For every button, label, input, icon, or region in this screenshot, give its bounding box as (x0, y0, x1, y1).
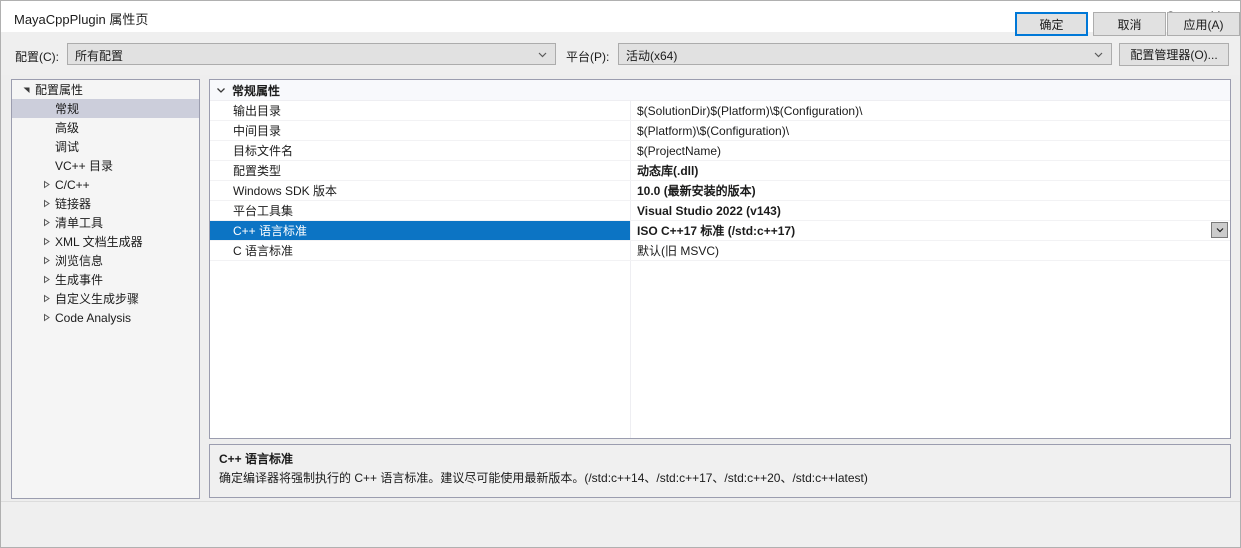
property-group-header[interactable]: 常规属性 (210, 80, 1230, 101)
property-name: C++ 语言标准 (210, 221, 630, 240)
tree-item[interactable]: 高级 (12, 118, 199, 137)
chevron-collapsed-icon[interactable] (38, 275, 54, 284)
chevron-down-icon (1094, 50, 1103, 59)
property-row[interactable]: 配置类型 动态库(.dll) (210, 161, 1230, 181)
tree-item[interactable]: 调试 (12, 137, 199, 156)
chevron-collapsed-icon[interactable] (38, 313, 54, 322)
property-row[interactable]: C 语言标准 默认(旧 MSVC) (210, 241, 1230, 261)
property-value[interactable]: 动态库(.dll) (631, 161, 1230, 180)
chevron-expanded-icon[interactable] (18, 85, 34, 94)
chevron-collapsed-icon[interactable] (38, 237, 54, 246)
property-name: C 语言标准 (233, 244, 294, 258)
tree-item-label: 链接器 (55, 197, 92, 211)
property-value[interactable]: $(Platform)\$(Configuration)\ (631, 121, 1230, 140)
platform-value: 活动(x64) (626, 49, 678, 63)
property-row[interactable]: C++ 语言标准 ISO C++17 标准 (/std:c++17) (210, 221, 1230, 241)
tree-item-label: 自定义生成步骤 (55, 292, 140, 306)
configuration-label: 配置(C): (15, 50, 59, 64)
property-row[interactable]: 输出目录 $(SolutionDir)$(Platform)\$(Configur… (210, 101, 1230, 121)
property-value-text: $(ProjectName) (637, 143, 722, 158)
property-pages-dialog: MayaCppPlugin 属性页 ? ✕ 配置(C): 所有配置 平台(P):… (0, 0, 1241, 548)
platform-dropdown[interactable]: 活动(x64) (618, 43, 1112, 65)
tree-item[interactable]: Code Analysis (12, 308, 199, 327)
property-value-text: 默认(旧 MSVC) (637, 244, 719, 258)
configuration-dropdown[interactable]: 所有配置 (67, 43, 556, 65)
tree-item[interactable]: VC++ 目录 (12, 156, 199, 175)
platform-label: 平台(P): (566, 50, 610, 64)
window-title: MayaCppPlugin 属性页 (14, 12, 149, 27)
tree-item[interactable]: 浏览信息 (12, 251, 199, 270)
property-value-text: $(Platform)\$(Configuration)\ (637, 123, 790, 138)
property-name: 输出目录 (233, 104, 282, 118)
property-value-text: Visual Studio 2022 (v143) (637, 203, 781, 218)
property-value-text: ISO C++17 标准 (/std:c++17) (637, 224, 796, 238)
chevron-collapsed-icon[interactable] (38, 199, 54, 208)
tree-item-label: 浏览信息 (55, 254, 104, 268)
description-panel: C++ 语言标准 确定编译器将强制执行的 C++ 语言标准。建议尽可能使用最新版… (209, 444, 1231, 498)
property-rows: 输出目录 $(SolutionDir)$(Platform)\$(Configur… (210, 101, 1230, 261)
property-name: 配置类型 (233, 164, 282, 178)
property-value-text: 动态库(.dll) (637, 164, 699, 178)
description-body: 确定编译器将强制执行的 C++ 语言标准。建议尽可能使用最新版本。(/std:c… (219, 471, 868, 485)
tree-item-label: Code Analysis (55, 310, 132, 325)
property-value[interactable]: 10.0 (最新安装的版本) (631, 181, 1230, 200)
property-row[interactable]: 平台工具集 Visual Studio 2022 (v143) (210, 201, 1230, 221)
property-name: 目标文件名 (233, 144, 294, 158)
chevron-collapsed-icon[interactable] (38, 218, 54, 227)
tree-item-label: 清单工具 (55, 216, 104, 230)
chevron-down-icon (538, 50, 547, 59)
property-grid[interactable]: 常规属性 输出目录 $(SolutionDir)$(Platform)\$(Con… (209, 79, 1231, 439)
chevron-down-icon[interactable] (210, 85, 232, 95)
property-value[interactable]: Visual Studio 2022 (v143) (631, 201, 1230, 220)
tree-item-label: 生成事件 (55, 273, 104, 287)
tree-item-label: 常规 (55, 102, 80, 116)
chevron-collapsed-icon[interactable] (38, 180, 54, 189)
property-name: 平台工具集 (233, 204, 294, 218)
property-name: Windows SDK 版本 (233, 184, 338, 198)
configuration-value: 所有配置 (75, 49, 124, 63)
cancel-button[interactable]: 取消 (1093, 12, 1166, 36)
property-value[interactable]: 默认(旧 MSVC) (631, 241, 1230, 260)
property-row[interactable]: 目标文件名 $(ProjectName) (210, 141, 1230, 161)
property-value-text: 10.0 (最新安装的版本) (637, 184, 756, 198)
tree-list: 配置属性常规高级调试 VC++ 目录 C/C++ 链接器清单工具 XML 文档生成器 浏览… (12, 80, 199, 327)
tree-item[interactable]: C/C++ (12, 175, 199, 194)
value-dropdown-button[interactable] (1211, 222, 1228, 238)
property-value[interactable]: $(ProjectName) (631, 141, 1230, 160)
tree-item[interactable]: 链接器 (12, 194, 199, 213)
tree-item[interactable]: 生成事件 (12, 270, 199, 289)
tree-item-label: C/C++ (55, 177, 90, 192)
tree-item-label: 配置属性 (35, 83, 84, 97)
chevron-collapsed-icon[interactable] (38, 294, 54, 303)
property-row[interactable]: 中间目录 $(Platform)\$(Configuration)\ (210, 121, 1230, 141)
tree-item-label: 高级 (55, 121, 80, 135)
tree-item[interactable]: 配置属性 (12, 80, 199, 99)
property-group-label: 常规属性 (232, 83, 281, 98)
configuration-manager-button[interactable]: 配置管理器(O)... (1119, 43, 1229, 66)
footer-bar (1, 501, 1240, 547)
tree-item[interactable]: 常规 (12, 99, 199, 118)
chevron-collapsed-icon[interactable] (38, 256, 54, 265)
tree-item[interactable]: 自定义生成步骤 (12, 289, 199, 308)
tree-item-label: 调试 (55, 140, 80, 154)
tree-item-label: VC++ 目录 (55, 159, 114, 173)
property-value[interactable]: $(SolutionDir)$(Platform)\$(Configuratio… (631, 101, 1230, 120)
tree-item-label: XML 文档生成器 (55, 235, 143, 249)
configuration-tree[interactable]: 配置属性常规高级调试 VC++ 目录 C/C++ 链接器清单工具 XML 文档生成器 浏览… (11, 79, 200, 499)
property-value-text: $(SolutionDir)$(Platform)\$(Configuratio… (637, 103, 863, 118)
property-name: 中间目录 (233, 124, 282, 138)
tree-item[interactable]: 清单工具 (12, 213, 199, 232)
ok-button[interactable]: 确定 (1015, 12, 1088, 36)
description-title: C++ 语言标准 (219, 452, 294, 466)
apply-button[interactable]: 应用(A) (1167, 12, 1240, 36)
tree-item[interactable]: XML 文档生成器 (12, 232, 199, 251)
property-row[interactable]: Windows SDK 版本 10.0 (最新安装的版本) (210, 181, 1230, 201)
property-value[interactable]: ISO C++17 标准 (/std:c++17) (631, 221, 1230, 240)
